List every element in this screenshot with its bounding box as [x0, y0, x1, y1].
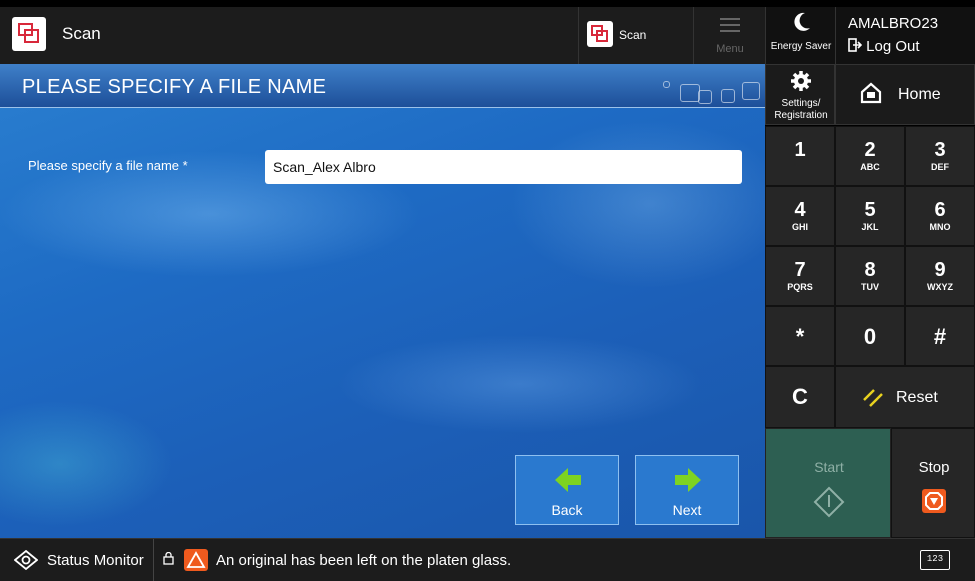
status-monitor-icon [14, 550, 38, 570]
key-digit: 3 [934, 139, 946, 161]
key-digit: 7 [794, 259, 806, 281]
start-icon [813, 486, 845, 518]
moon-icon [793, 12, 811, 38]
key-8[interactable]: 8 TUV [835, 246, 905, 306]
key-digit: 9 [934, 259, 946, 281]
arrow-left-icon [555, 468, 581, 492]
key-letters: JKL [861, 222, 879, 232]
settings-label-line1: Settings/ [781, 98, 821, 109]
key-letters: WXYZ [927, 282, 953, 292]
bottom-bar: Status Monitor An original has been left… [0, 538, 975, 581]
key-digit: 8 [864, 259, 876, 281]
user-name: AMALBRO23 [848, 15, 939, 32]
key-letters: GHI [791, 222, 808, 232]
file-name-input[interactable] [265, 150, 742, 184]
key-letters: ABC [860, 162, 880, 172]
warning-icon [184, 549, 208, 571]
status-message: An original has been left on the platen … [216, 552, 512, 569]
decor-square [742, 82, 760, 100]
stop-icon [922, 489, 946, 513]
key-7[interactable]: 7 PQRS [765, 246, 835, 306]
start-label: Start [814, 459, 844, 475]
stop-label: Stop [918, 459, 950, 476]
menu-icon [720, 18, 740, 32]
app-title: Scan [62, 24, 101, 43]
menu-label: Menu [716, 43, 744, 55]
key-9[interactable]: 9 WXYZ [905, 246, 975, 306]
arrow-right-icon [675, 468, 701, 492]
energy-saver-label: Energy Saver [770, 41, 832, 52]
decor-square [663, 81, 670, 88]
key-1[interactable]: 1 [765, 126, 835, 186]
key-digit: 2 [864, 139, 876, 161]
settings-label: Settings/ Registration [766, 98, 836, 122]
key-5[interactable]: 5 JKL [835, 186, 905, 246]
clear-label: C [792, 384, 808, 409]
control-panel: Settings/ Registration Home 1 2 ABC 3 DEF … [765, 64, 975, 538]
home-icon [860, 82, 882, 104]
key-digit: 6 [934, 199, 946, 221]
scan-tab[interactable]: Scan [578, 7, 693, 64]
key-2[interactable]: 2 ABC [835, 126, 905, 186]
key-digit: 5 [864, 199, 876, 221]
keyboard-icon[interactable]: 123 [920, 550, 950, 570]
start-button[interactable]: Start [765, 428, 891, 538]
scan-tab-label: Scan [619, 28, 647, 42]
home-label: Home [898, 86, 941, 103]
menu-button[interactable]: Menu [693, 7, 765, 64]
key-letters: PQRS [787, 282, 813, 292]
key-3[interactable]: 3 DEF [905, 126, 975, 186]
key-letters: DEF [931, 162, 949, 172]
key-digit: # [933, 324, 947, 349]
decor-square [680, 84, 700, 102]
back-button[interactable]: Back [515, 455, 619, 525]
scan-tab-icon [587, 21, 613, 47]
key-asterisk[interactable]: * [765, 306, 835, 366]
scan-app-icon [12, 17, 46, 51]
key-4[interactable]: 4 GHI [765, 186, 835, 246]
top-bar: Scan Scan Menu [0, 7, 765, 64]
key-letters: MNO [929, 222, 951, 232]
decor-square [721, 89, 735, 103]
logout-label: Log Out [866, 38, 920, 55]
next-label: Next [672, 502, 702, 518]
page-header: PLEASE SPECIFY A FILE NAME [0, 64, 765, 108]
decor-square [698, 90, 712, 104]
key-0[interactable]: 0 [835, 306, 905, 366]
energy-saver-button[interactable]: Energy Saver [765, 7, 835, 64]
clear-button[interactable]: C [765, 366, 835, 428]
key-digit: * [795, 324, 805, 349]
logout-button[interactable]: Log Out [848, 38, 920, 55]
status-monitor-label: Status Monitor [47, 552, 144, 569]
key-digit: 0 [863, 324, 877, 349]
key-digit: 1 [794, 139, 806, 161]
stop-button[interactable]: Stop [891, 428, 975, 538]
lock-icon [163, 552, 174, 565]
key-hash[interactable]: # [905, 306, 975, 366]
file-name-label: Please specify a file name * [28, 158, 188, 173]
back-label: Back [551, 502, 583, 518]
reset-button[interactable]: Reset [835, 366, 975, 428]
reset-label: Reset [896, 389, 938, 406]
next-button[interactable]: Next [635, 455, 739, 525]
home-button[interactable]: Home [835, 64, 975, 125]
settings-label-line2: Registration [774, 110, 828, 121]
key-6[interactable]: 6 MNO [905, 186, 975, 246]
key-digit: 4 [794, 199, 806, 221]
key-letters: TUV [861, 282, 879, 292]
page-title: PLEASE SPECIFY A FILE NAME [22, 76, 327, 98]
gear-icon [790, 70, 812, 98]
logout-icon [848, 38, 863, 52]
main-panel: PLEASE SPECIFY A FILE NAME Please specif… [0, 64, 765, 538]
reset-icon [863, 389, 883, 407]
settings-button[interactable]: Settings/ Registration [765, 64, 835, 125]
user-panel: AMALBRO23 Log Out [835, 7, 975, 64]
status-monitor-button[interactable]: Status Monitor [0, 539, 154, 581]
